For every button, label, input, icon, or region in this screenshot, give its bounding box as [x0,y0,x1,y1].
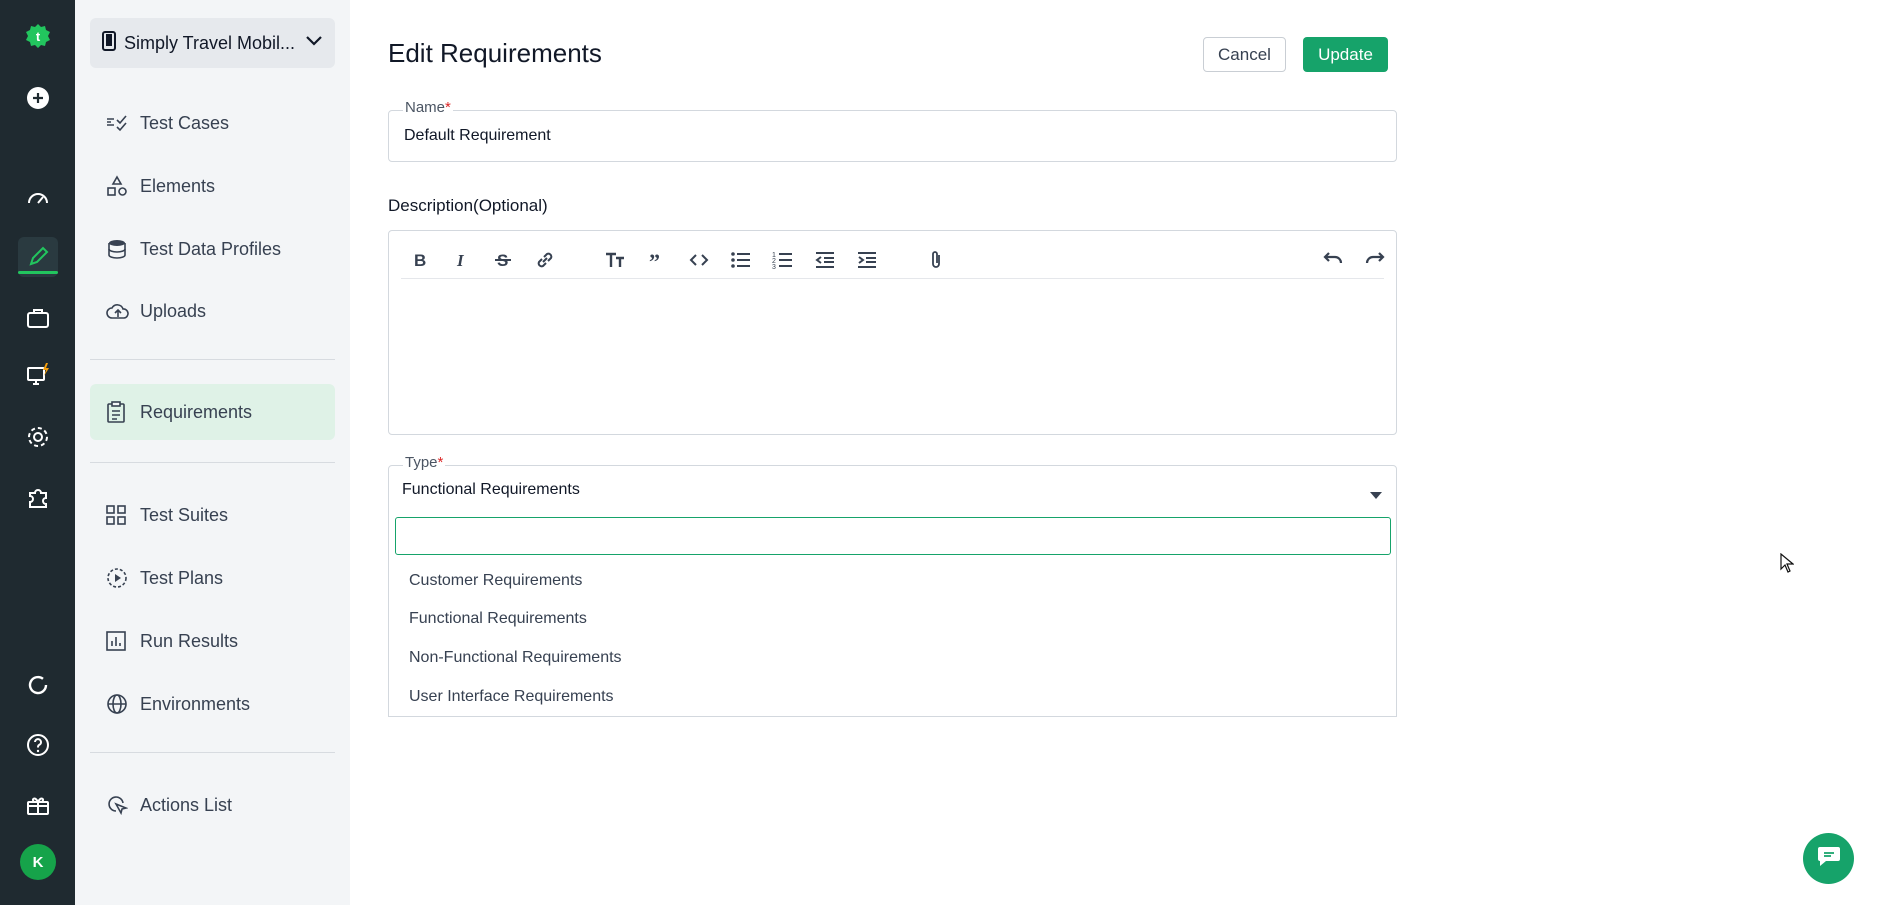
attachment-icon[interactable] [921,245,951,275]
sidebar-item-environments[interactable]: Environments [90,676,335,732]
required-mark: * [445,99,451,116]
blockquote-icon[interactable]: ” [642,245,672,275]
type-select[interactable]: Type* Functional Requirements [388,454,1397,513]
project-selector[interactable]: Simply Travel Mobil... [90,18,335,68]
mouse-pointer-icon [1780,552,1795,578]
database-icon [106,238,132,260]
divider [90,752,335,753]
sidebar-item-label: Test Data Profiles [140,238,282,259]
cursor-click-icon [106,794,132,816]
dropdown-option-functional[interactable]: Functional Requirements [409,610,587,628]
name-field[interactable]: Name* Default Requirement [388,99,1397,162]
divider [90,359,335,360]
mobile-phone-icon [102,30,116,56]
sidebar-item-label: Test Plans [140,567,224,588]
svg-text:B: B [414,251,426,270]
sidebar-item-actions-list[interactable]: Actions List [90,777,335,833]
chat-support-button[interactable] [1803,833,1854,884]
gift-icon[interactable] [18,785,58,825]
cloud-upload-icon [106,301,132,321]
sidebar-item-label: Elements [140,175,216,196]
editor-toolbar: B I S ” 123 [401,239,1385,279]
bold-icon[interactable]: B [404,245,434,275]
settings-gear-icon[interactable] [18,417,58,457]
name-label: Name* [403,99,453,116]
name-value[interactable]: Default Requirement [404,127,551,145]
play-circle-icon [106,567,132,589]
sidebar-item-test-data-profiles[interactable]: Test Data Profiles [90,221,335,277]
link-icon[interactable] [530,245,560,275]
required-mark: * [437,454,444,471]
add-icon[interactable] [18,78,58,118]
sidebar-item-test-cases[interactable]: Test Cases [90,95,335,151]
sidebar-item-label: Environments [140,693,251,714]
sidebar-item-label: Actions List [140,794,233,815]
sidebar-item-requirements[interactable]: Requirements [90,384,335,440]
sidebar-item-run-results[interactable]: Run Results [90,613,335,669]
redo-icon[interactable] [1360,245,1390,275]
sidebar: Simply Travel Mobil... Test Cases Elemen… [75,0,350,905]
cancel-button[interactable]: Cancel [1203,37,1286,72]
text-size-icon[interactable] [600,245,630,275]
description-label: Description(Optional) [388,196,548,215]
svg-text:”: ” [649,249,660,271]
project-name: Simply Travel Mobil... [124,32,296,53]
dashboard-icon[interactable] [18,178,58,218]
type-label: Type* [403,454,446,471]
sidebar-item-elements[interactable]: Elements [90,158,335,214]
bar-chart-icon [106,631,132,651]
chevron-down-icon [305,34,323,52]
active-indicator [18,271,58,274]
type-selected-value: Functional Requirements [402,481,580,498]
grid-icon [106,505,132,525]
svg-text:3: 3 [772,264,776,271]
sidebar-item-label: Test Suites [140,504,229,525]
svg-text:I: I [456,251,465,270]
outdent-icon[interactable] [810,245,840,275]
bullet-list-icon[interactable] [726,245,756,275]
strikethrough-icon[interactable]: S [488,245,518,275]
chat-bubble-icon [1816,844,1842,873]
description-editor[interactable]: B I S ” 123 [388,230,1397,435]
sidebar-item-label: Test Cases [140,112,230,133]
sidebar-item-label: Run Results [140,630,239,651]
sidebar-item-label: Uploads [140,300,207,321]
page-title: Edit Requirements [388,38,602,68]
caret-down-icon [1370,486,1382,504]
undo-icon[interactable] [1318,245,1348,275]
addons-puzzle-icon[interactable] [18,477,58,517]
type-search-input[interactable] [395,517,1391,555]
globe-icon [106,693,132,715]
numbered-list-icon[interactable]: 123 [768,245,798,275]
dropdown-option-customer[interactable]: Customer Requirements [409,572,582,590]
devices-lab-icon[interactable] [18,355,58,395]
sidebar-item-test-suites[interactable]: Test Suites [90,487,335,543]
update-button[interactable]: Update [1303,37,1388,72]
testsigma-logo[interactable]: t [18,16,58,56]
briefcase-icon[interactable] [18,298,58,338]
user-avatar[interactable]: K [20,844,56,880]
svg-text:t: t [36,29,41,44]
italic-icon[interactable]: I [446,245,476,275]
dropdown-option-user-interface[interactable]: User Interface Requirements [409,688,614,706]
sidebar-item-test-plans[interactable]: Test Plans [90,550,335,606]
clipboard-icon [106,401,132,423]
type-dropdown: Customer Requirements Functional Require… [388,512,1397,717]
indent-icon[interactable] [852,245,882,275]
checklist-icon [106,113,132,133]
help-icon[interactable] [18,725,58,765]
app-rail: t K [0,0,75,905]
sidebar-item-label: Requirements [140,401,253,422]
sidebar-item-uploads[interactable]: Uploads [90,283,335,339]
sync-icon[interactable] [18,665,58,705]
code-icon[interactable] [684,245,714,275]
shapes-icon [106,175,132,197]
divider [90,462,335,463]
dropdown-option-non-functional[interactable]: Non-Functional Requirements [409,649,622,667]
